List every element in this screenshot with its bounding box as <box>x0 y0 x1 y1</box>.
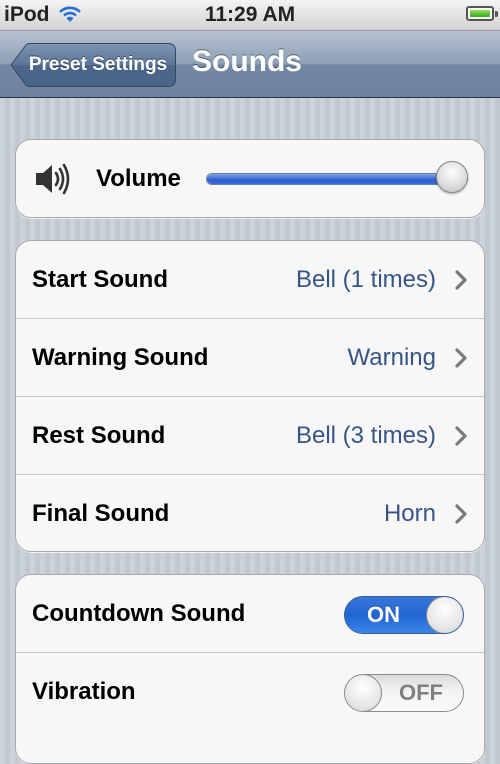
switch-state-text: ON <box>367 602 400 627</box>
row-label: Start Sound <box>32 266 168 293</box>
sound-choices-group: Start Sound Bell (1 times) Warning Sound… <box>15 240 485 552</box>
chevron-right-icon <box>455 426 467 446</box>
battery-icon <box>466 6 498 21</box>
volume-slider-fill <box>207 174 453 184</box>
volume-group: Volume <box>15 139 485 218</box>
page-title: Sounds <box>192 45 302 78</box>
volume-slider-track <box>206 173 468 185</box>
row-value: Warning <box>347 344 436 371</box>
back-button-label: Preset Settings <box>28 54 168 75</box>
row-value: Horn <box>383 500 436 527</box>
chevron-right-icon <box>455 270 467 290</box>
speaker-icon <box>34 162 72 201</box>
sound-row-warning[interactable]: Warning Sound Warning <box>16 319 484 397</box>
row-value: Bell (3 times) <box>295 422 436 449</box>
row-label: Countdown Sound <box>32 600 246 627</box>
volume-label: Volume <box>96 165 181 192</box>
row-label: Warning Sound <box>32 344 209 371</box>
sound-row-rest[interactable]: Rest Sound Bell (3 times) <box>16 397 484 475</box>
toggle-row-vibration: Vibration OFF <box>16 653 484 731</box>
volume-slider[interactable] <box>206 161 468 193</box>
row-label: Rest Sound <box>32 422 166 449</box>
back-button[interactable]: Preset Settings <box>10 43 176 87</box>
status-bar: iPod 11:29 AM <box>0 0 500 31</box>
clock: 11:29 AM <box>204 3 296 26</box>
toggle-row-countdown: Countdown Sound ON <box>16 575 484 653</box>
countdown-sound-switch[interactable]: ON <box>344 596 464 634</box>
switch-knob <box>426 597 463 633</box>
row-label: Vibration <box>32 678 136 705</box>
toggles-group: Countdown Sound ON Vibration OFF <box>15 574 485 764</box>
chevron-right-icon <box>455 348 467 368</box>
sound-row-final[interactable]: Final Sound Horn <box>16 475 484 551</box>
switch-state-text: OFF <box>399 680 443 705</box>
chevron-right-icon <box>455 504 467 524</box>
volume-slider-thumb[interactable] <box>436 161 468 193</box>
sound-row-start[interactable]: Start Sound Bell (1 times) <box>16 241 484 319</box>
volume-row: Volume <box>16 140 484 217</box>
navigation-bar: Preset Settings Sounds <box>0 31 500 98</box>
row-label: Final Sound <box>32 500 170 527</box>
vibration-switch[interactable]: OFF <box>344 674 464 712</box>
switch-knob <box>345 675 382 711</box>
row-value: Bell (1 times) <box>295 266 436 293</box>
